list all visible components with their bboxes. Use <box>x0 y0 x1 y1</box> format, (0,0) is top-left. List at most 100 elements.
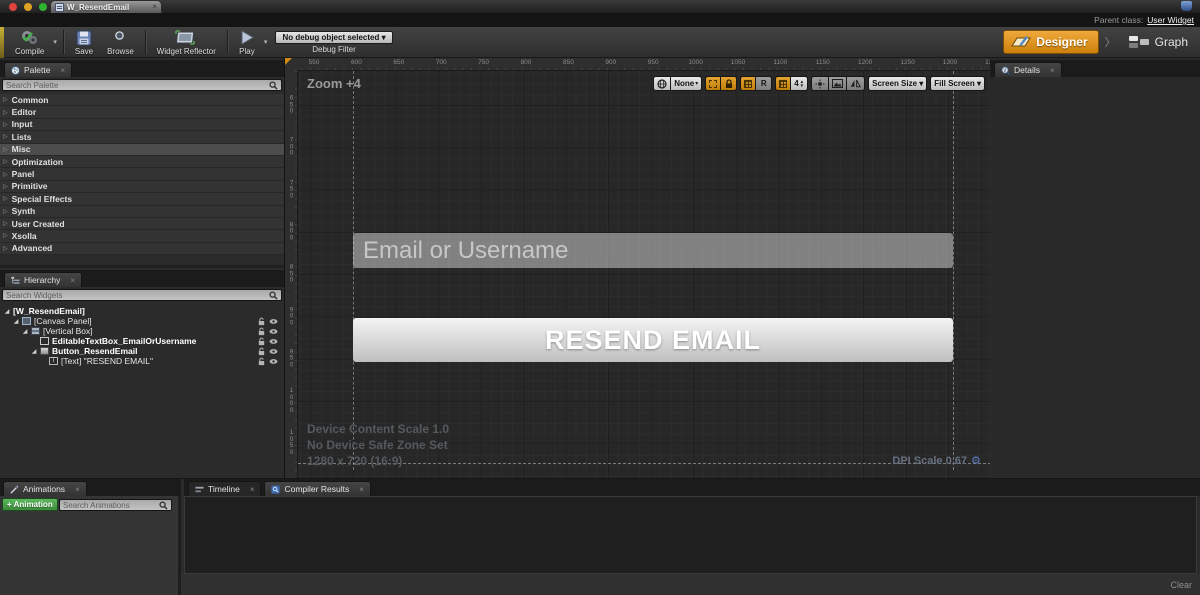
macos-close-button[interactable] <box>9 3 17 11</box>
grid-snap-size-stepper[interactable]: 4 ▲▼ <box>791 76 808 91</box>
macos-zoom-button[interactable] <box>39 3 47 11</box>
close-icon[interactable]: × <box>359 485 364 494</box>
lock-icon[interactable] <box>257 347 266 356</box>
hierarchy-row[interactable]: ◢[W_ResendEmail] <box>2 306 282 316</box>
lock-icon[interactable] <box>257 317 266 326</box>
debug-object-dropdown[interactable]: No debug object selected ▾ <box>275 31 392 44</box>
visibility-eye-icon[interactable] <box>269 327 278 336</box>
parent-class-link[interactable]: User Widget <box>1147 15 1194 25</box>
visibility-eye-icon[interactable] <box>269 337 278 346</box>
dpi-settings-gear-icon[interactable]: ⚙ <box>971 455 983 467</box>
palette-category-misc[interactable]: ▷Misc <box>0 144 284 156</box>
outline-toggle-button[interactable] <box>705 76 721 91</box>
palette-tab[interactable]: Palette × <box>4 62 72 77</box>
palette-category-user-created[interactable]: ▷User Created <box>0 218 284 230</box>
palette-category-editor[interactable]: ▷Editor <box>0 106 284 118</box>
expander-icon[interactable]: ◢ <box>13 318 19 325</box>
expander-icon[interactable]: ▷ <box>3 208 8 215</box>
expander-icon[interactable]: ▷ <box>3 146 8 153</box>
animations-tab[interactable]: Animations × <box>3 481 87 496</box>
play-dropdown-caret[interactable]: ▾ <box>264 38 268 46</box>
clear-log-button[interactable]: Clear <box>1170 580 1192 590</box>
macos-minimize-button[interactable] <box>24 3 32 11</box>
expander-icon[interactable]: ▷ <box>3 232 8 239</box>
snap-rotation-button[interactable]: R <box>756 76 772 91</box>
lock-toggle-button[interactable] <box>721 76 737 91</box>
expander-icon[interactable]: ▷ <box>3 133 8 140</box>
preview-language-dropdown[interactable]: None▾ <box>671 76 702 91</box>
expander-icon[interactable]: ▷ <box>3 158 8 165</box>
snap-grid-toggle-button[interactable] <box>740 76 756 91</box>
visibility-eye-icon[interactable] <box>269 347 278 356</box>
hierarchy-row[interactable]: ◢[Canvas Panel] <box>2 316 282 326</box>
resend-email-button-widget[interactable]: RESEND EMAIL <box>353 318 953 362</box>
expander-icon[interactable]: ▷ <box>3 109 8 116</box>
hierarchy-search-input[interactable]: Search Widgets <box>2 289 282 301</box>
designer-mode-button[interactable]: Designer <box>1003 30 1098 54</box>
lock-icon[interactable] <box>257 357 266 366</box>
expander-icon[interactable]: ▷ <box>3 96 8 103</box>
lock-icon[interactable] <box>257 337 266 346</box>
palette-category-primitive[interactable]: ▷Primitive <box>0 181 284 193</box>
compiler-results-tab[interactable]: Compiler Results × <box>264 481 370 496</box>
fill-screen-dropdown[interactable]: Fill Screen ▾ <box>930 76 985 91</box>
grid-toggle-button[interactable] <box>775 76 791 91</box>
play-button[interactable]: Play <box>232 27 262 57</box>
close-icon[interactable]: × <box>250 485 255 494</box>
browse-button[interactable]: Browse <box>100 27 141 57</box>
graph-mode-button[interactable]: Graph <box>1122 30 1194 54</box>
palette-category-xsolla[interactable]: ▷Xsolla <box>0 230 284 242</box>
lock-icon[interactable] <box>257 327 266 336</box>
timeline-tabbar: Timeline × Compiler Results × <box>184 479 1200 496</box>
palette-category-optimization[interactable]: ▷Optimization <box>0 156 284 168</box>
save-button[interactable]: Save <box>68 27 100 57</box>
widget-reflector-button[interactable]: Widget Reflector <box>150 27 223 57</box>
add-animation-button[interactable]: + Animation <box>2 498 58 511</box>
visibility-eye-icon[interactable] <box>269 357 278 366</box>
tab-close-icon[interactable]: × <box>152 3 157 11</box>
asset-tab[interactable]: W_ResendEmail × <box>50 0 162 13</box>
flip-preview-button[interactable] <box>847 76 865 91</box>
compile-button[interactable]: Compile <box>8 27 51 57</box>
pixel-snapping-button[interactable] <box>811 76 829 91</box>
localization-preview-button[interactable] <box>653 76 671 91</box>
palette-category-lists[interactable]: ▷Lists <box>0 131 284 143</box>
editable-textbox-widget[interactable]: Email or Username <box>353 233 953 268</box>
close-icon[interactable]: × <box>75 485 80 494</box>
palette-category-common[interactable]: ▷Common <box>0 94 284 106</box>
panel-splitter[interactable] <box>0 265 284 268</box>
screen-size-dropdown[interactable]: Screen Size ▾ <box>868 76 927 91</box>
expander-icon[interactable]: ▷ <box>3 183 8 190</box>
button-text-widget: RESEND EMAIL <box>545 325 761 356</box>
visibility-eye-icon[interactable] <box>269 317 278 326</box>
compile-dropdown-caret[interactable]: ▾ <box>53 38 57 46</box>
close-icon[interactable]: × <box>70 276 75 285</box>
palette-category-panel[interactable]: ▷Panel <box>0 168 284 180</box>
expander-icon[interactable]: ▷ <box>3 171 8 178</box>
close-icon[interactable]: × <box>1050 66 1055 75</box>
timeline-tab[interactable]: Timeline × <box>188 481 261 496</box>
hierarchy-row[interactable]: ◢Button_ResendEmail <box>2 346 282 356</box>
expander-icon[interactable]: ▷ <box>3 220 8 227</box>
preview-background-button[interactable] <box>829 76 847 91</box>
expander-icon[interactable]: ▷ <box>3 195 8 202</box>
hierarchy-row[interactable]: EditableTextBox_EmailOrUsername <box>2 336 282 346</box>
palette-category-input[interactable]: ▷Input <box>0 119 284 131</box>
palette-category-special-effects[interactable]: ▷Special Effects <box>0 193 284 205</box>
details-tab[interactable]: i Details × <box>994 62 1062 77</box>
expander-icon[interactable]: ▷ <box>3 121 8 128</box>
hierarchy-row[interactable]: ◢[Vertical Box] <box>2 326 282 336</box>
palette-category-synth[interactable]: ▷Synth <box>0 206 284 218</box>
compiler-results-log[interactable] <box>184 496 1197 574</box>
expander-icon[interactable]: ▷ <box>3 245 8 252</box>
hierarchy-tab[interactable]: Hierarchy × <box>4 272 82 287</box>
palette-search-input[interactable]: Search Palette <box>2 79 282 91</box>
expander-icon[interactable]: ◢ <box>22 328 28 335</box>
hierarchy-row[interactable]: T[Text] "RESEND EMAIL" <box>2 356 282 366</box>
expander-icon[interactable]: ◢ <box>4 308 10 315</box>
close-icon[interactable]: × <box>60 66 65 75</box>
expander-icon[interactable]: ◢ <box>31 348 37 355</box>
animations-search-input[interactable]: Search Animations <box>59 499 172 511</box>
design-surface[interactable]: Zoom +4 None▾ <box>298 71 991 478</box>
palette-category-advanced[interactable]: ▷Advanced <box>0 243 284 255</box>
